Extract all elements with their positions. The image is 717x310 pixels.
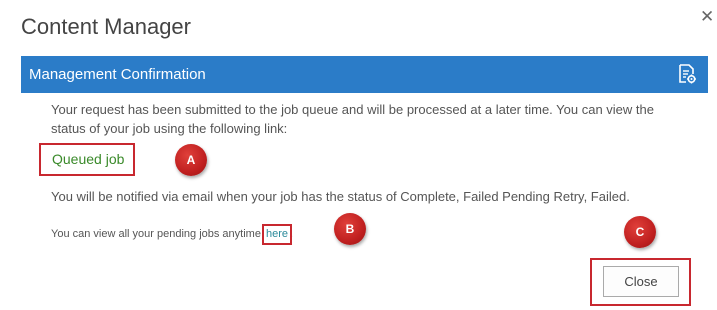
callout-marker-c: C [624,216,656,248]
banner-title: Management Confirmation [29,66,206,83]
confirmation-banner: Management Confirmation [21,56,708,93]
queued-job-link[interactable]: Queued job [39,143,135,176]
submission-message: Your request has been submitted to the j… [51,102,654,136]
dialog-title: Content Manager [21,14,191,39]
callout-marker-b: B [334,213,366,245]
pending-jobs-here-link[interactable]: here [262,224,293,245]
document-settings-icon [679,64,696,84]
pending-jobs-text: You can view all your pending jobs anyti… [51,228,265,240]
close-icon[interactable]: ✕ [700,8,714,25]
notification-message: You will be notified via email when your… [51,189,630,204]
callout-marker-a: A [175,144,207,176]
pending-jobs-message: You can view all your pending jobs anyti… [51,224,294,245]
close-button[interactable]: Close [603,266,679,297]
pending-jobs-suffix: . [290,228,294,240]
